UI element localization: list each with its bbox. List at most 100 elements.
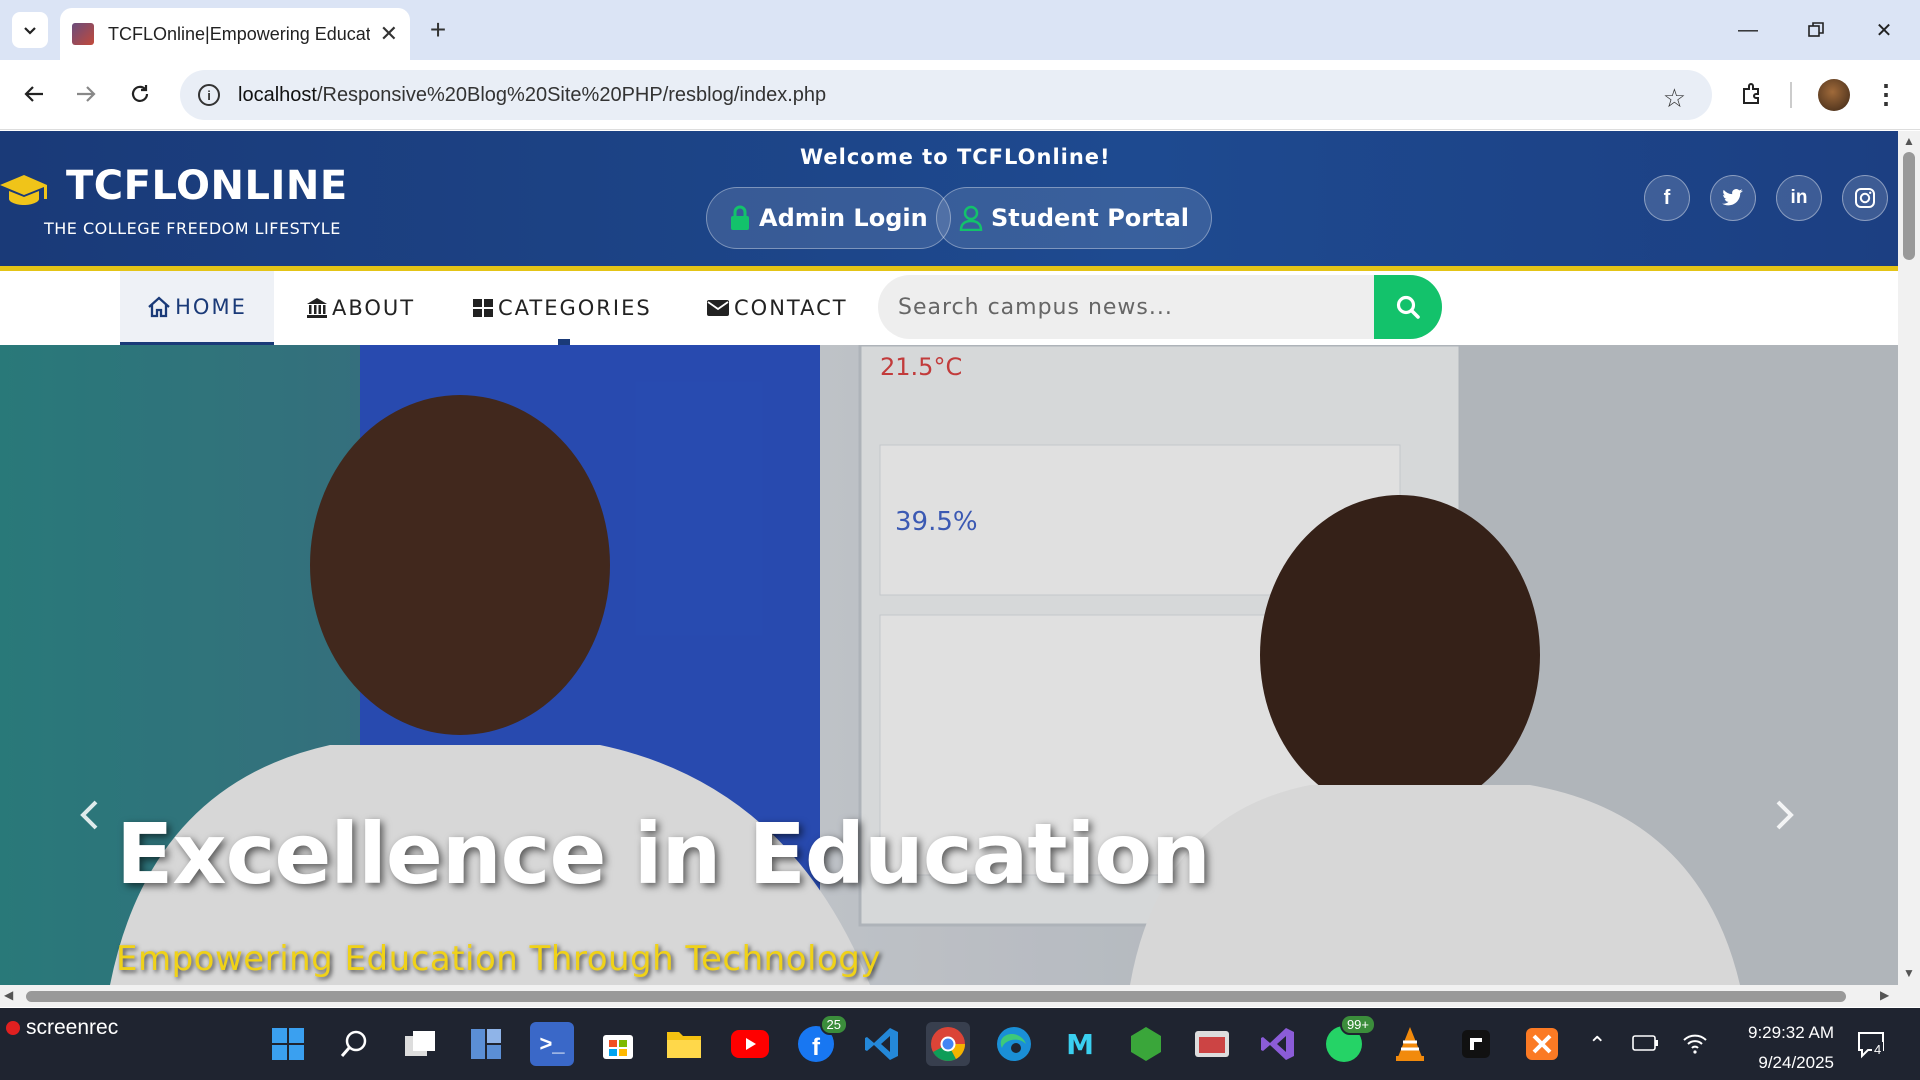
remote-desktop-icon[interactable] <box>1190 1022 1234 1066</box>
favicon-icon <box>72 23 94 45</box>
admin-login-label: Admin Login <box>759 204 928 232</box>
back-button[interactable] <box>12 72 56 116</box>
restore-button[interactable] <box>1796 12 1836 48</box>
forward-arrow-icon <box>77 86 96 102</box>
linkedin-icon[interactable]: in <box>1776 175 1822 221</box>
welcome-text: Welcome to TCFLOnline! <box>800 145 1111 169</box>
nav-about-label: ABOUT <box>332 296 416 320</box>
malwarebytes-icon[interactable]: M <box>1058 1022 1102 1066</box>
whatsapp-icon[interactable]: 99+ <box>1322 1014 1376 1066</box>
visual-studio-icon[interactable] <box>1256 1022 1300 1066</box>
vlc-icon[interactable] <box>1388 1022 1432 1066</box>
nav-home[interactable]: HOME <box>120 271 274 345</box>
microsoft-store-icon[interactable] <box>596 1022 640 1066</box>
extensions-button[interactable] <box>1730 72 1774 116</box>
hero-subtitle: Empowering Education Through Technology <box>116 939 881 979</box>
horizontal-scroll-thumb[interactable] <box>26 991 1846 1002</box>
facebook-taskbar-icon[interactable]: f 25 <box>794 1014 848 1066</box>
search-input[interactable] <box>878 275 1374 339</box>
nav-contact[interactable]: CONTACT <box>706 271 848 345</box>
vertical-scroll-thumb[interactable] <box>1903 152 1915 260</box>
browser-tab[interactable]: TCFLOnline|Empowering Educati ✕ <box>60 8 410 60</box>
browser-tab-bar: TCFLOnline|Empowering Educati ✕ + — ✕ <box>0 0 1920 60</box>
notifications-icon[interactable]: 4 <box>1856 1030 1886 1065</box>
site-info-icon[interactable]: i <box>198 84 220 106</box>
search-taskbar-button[interactable] <box>332 1022 376 1066</box>
lock-icon <box>729 205 751 231</box>
scroll-right-icon[interactable]: ▶ <box>1880 988 1889 1002</box>
hero-title: Excellence in Education <box>116 805 1211 903</box>
scroll-up-icon[interactable]: ▲ <box>1903 134 1915 148</box>
scroll-down-icon[interactable]: ▼ <box>1903 966 1915 980</box>
admin-login-button[interactable]: Admin Login <box>706 187 951 249</box>
back-arrow-icon <box>24 86 43 102</box>
windows-taskbar: screenrec >_ f 25 M 99+ ⌃ 9:29:32 AM 9/2… <box>0 1008 1920 1080</box>
tab-search-button[interactable] <box>12 12 48 48</box>
bookmark-star-icon[interactable]: ☆ <box>1663 83 1686 114</box>
start-button[interactable] <box>266 1022 310 1066</box>
screenrec-widget[interactable]: screenrec <box>6 1016 118 1040</box>
address-bar[interactable]: i localhost/Responsive%20Blog%20Site%20P… <box>180 70 1712 120</box>
twitter-icon[interactable] <box>1710 175 1756 221</box>
home-icon <box>147 295 171 318</box>
wifi-icon[interactable] <box>1682 1032 1708 1059</box>
app-icon[interactable] <box>1454 1022 1498 1066</box>
facebook-icon[interactable]: f <box>1644 175 1690 221</box>
toolbar-divider <box>1790 82 1792 108</box>
main-navigation: HOME ABOUT CATEGORIES CONTACT <box>0 271 1898 345</box>
carousel-prev-button[interactable] <box>64 775 114 855</box>
url-text: localhost/Responsive%20Blog%20Site%20PHP… <box>238 83 827 106</box>
system-clock[interactable]: 9:29:32 AM 9/24/2025 <box>1748 1018 1834 1078</box>
close-tab-icon[interactable]: ✕ <box>380 21 398 47</box>
new-tab-button[interactable]: + <box>420 12 456 48</box>
record-icon <box>6 1021 20 1035</box>
carousel-next-button[interactable] <box>1760 775 1810 855</box>
xampp-icon[interactable] <box>1520 1022 1564 1066</box>
instagram-icon[interactable] <box>1842 175 1888 221</box>
battery-icon[interactable] <box>1632 1034 1658 1057</box>
reload-button[interactable] <box>118 72 162 116</box>
search-button[interactable] <box>1374 275 1442 339</box>
clock-time: 9:29:32 AM <box>1747 1023 1834 1042</box>
chevron-left-icon <box>80 800 98 830</box>
facebook-badge: 25 <box>819 1014 848 1035</box>
nav-about[interactable]: ABOUT <box>306 271 415 345</box>
search-icon <box>340 1030 367 1057</box>
profile-avatar[interactable] <box>1818 79 1850 111</box>
tab-title: TCFLOnline|Empowering Educati <box>108 23 370 44</box>
browser-menu-button[interactable]: ⋮ <box>1864 72 1908 116</box>
minimize-button[interactable]: — <box>1728 12 1768 48</box>
reload-icon <box>131 85 149 102</box>
site-header: TCFLONLINE THE COLLEGE FREEDOM LIFESTYLE… <box>0 131 1898 271</box>
student-portal-label: Student Portal <box>991 204 1190 232</box>
vscode-icon[interactable] <box>860 1022 904 1066</box>
puzzle-icon <box>1743 83 1759 104</box>
nav-categories[interactable]: CATEGORIES <box>472 271 652 345</box>
student-portal-button[interactable]: Student Portal <box>936 187 1213 249</box>
grid-icon <box>472 297 494 319</box>
site-brand[interactable]: TCFLONLINE <box>66 163 348 209</box>
clock-date: 9/24/2025 <box>1758 1053 1834 1072</box>
screenrec-label: screenrec <box>26 1016 119 1039</box>
notifications-count: 4 <box>1872 1042 1884 1057</box>
widgets-icon <box>471 1029 501 1059</box>
chrome-icon[interactable] <box>926 1022 970 1066</box>
site-tagline: THE COLLEGE FREEDOM LIFESTYLE <box>44 219 341 238</box>
close-window-button[interactable]: ✕ <box>1864 12 1904 48</box>
widgets-button[interactable] <box>464 1022 508 1066</box>
youtube-icon[interactable] <box>728 1022 772 1066</box>
chevron-right-icon <box>1776 800 1794 830</box>
forward-button[interactable] <box>64 72 108 116</box>
search-icon <box>1396 295 1420 319</box>
university-icon <box>306 297 328 319</box>
graduation-cap-icon <box>0 175 47 205</box>
powershell-icon[interactable]: >_ <box>530 1022 574 1066</box>
file-explorer-icon[interactable] <box>662 1022 706 1066</box>
browser-toolbar: i localhost/Responsive%20Blog%20Site%20P… <box>0 60 1920 130</box>
edge-icon[interactable] <box>992 1022 1036 1066</box>
chevron-up-icon[interactable]: ⌃ <box>1588 1032 1606 1058</box>
hero-carousel: 21.5°C 39.5% Excellence in Education Emp… <box>0 345 1898 985</box>
task-view-button[interactable] <box>398 1022 442 1066</box>
scroll-left-icon[interactable]: ◀ <box>4 988 13 1002</box>
node-icon[interactable] <box>1124 1022 1168 1066</box>
